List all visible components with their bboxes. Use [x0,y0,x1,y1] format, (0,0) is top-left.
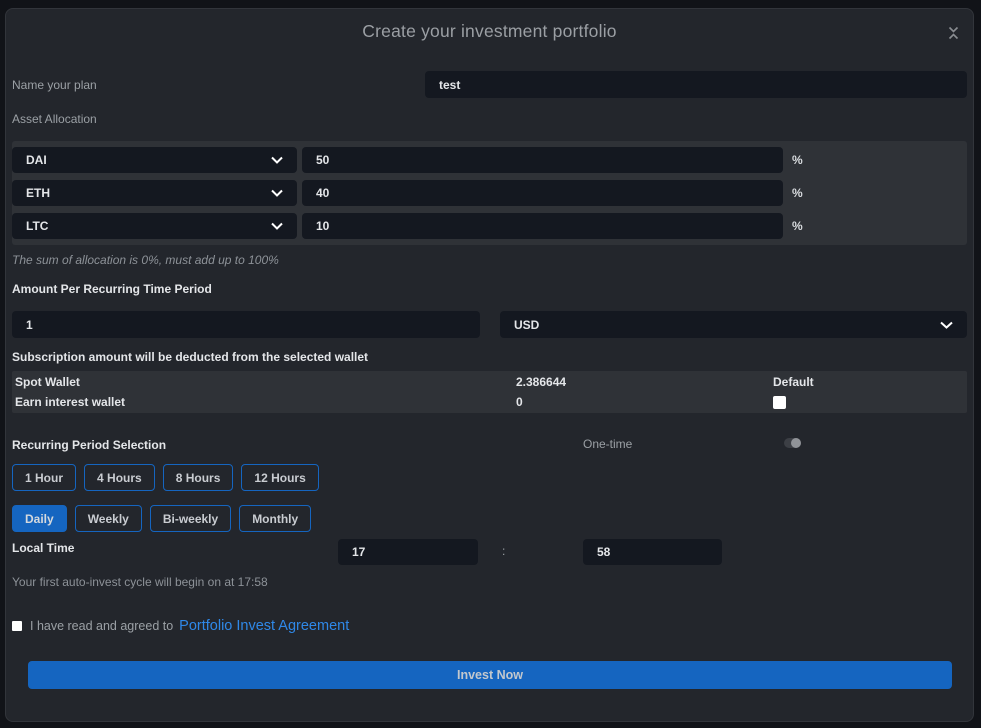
allocation-row: DAI % [12,147,967,173]
recurring-period-label: Recurring Period Selection [12,438,166,452]
allocation-percent-input[interactable] [302,180,783,206]
dialog-title: Create your investment portfolio [12,21,967,42]
recurring-period-row: Recurring Period Selection One-time [12,436,967,451]
period-options-row: Daily Weekly Bi-weekly Monthly [12,505,967,532]
asset-allocation-panel: DAI % ETH % LTC [12,141,967,245]
asset-select-eth[interactable]: ETH [12,180,297,206]
cycle-begin-note: Your first auto-invest cycle will begin … [12,575,967,589]
amount-input[interactable] [12,311,480,338]
wallet-default-checkbox[interactable] [773,396,786,409]
chevron-down-icon [940,318,953,332]
create-portfolio-dialog: Create your investment portfolio Name yo… [5,8,974,722]
asset-select-value: DAI [26,153,47,167]
wallet-default-header: Default [773,375,967,389]
wallet-name: Earn interest wallet [15,395,516,409]
local-time-label: Local Time [12,541,74,555]
hour-input[interactable] [338,539,478,565]
chevron-down-icon [271,153,283,167]
wallet-deduction-label: Subscription amount will be deducted fro… [12,350,967,364]
hour-options-row: 1 Hour 4 Hours 8 Hours 12 Hours [12,464,967,491]
option-monthly[interactable]: Monthly [239,505,311,532]
chevron-down-icon [271,219,283,233]
agreement-text: I have read and agreed to [30,619,173,633]
option-daily[interactable]: Daily [12,505,67,532]
option-4-hours[interactable]: 4 Hours [84,464,155,491]
table-row[interactable]: Earn interest wallet 0 [12,392,967,412]
local-time-row: Local Time : [12,539,967,566]
portfolio-invest-agreement-link[interactable]: Portfolio Invest Agreement [179,618,349,634]
option-8-hours[interactable]: 8 Hours [163,464,234,491]
one-time-label: One-time [583,437,632,451]
chevron-down-icon [271,186,283,200]
option-bi-weekly[interactable]: Bi-weekly [150,505,231,532]
plan-name-input[interactable] [425,71,967,98]
minute-input[interactable] [583,539,722,565]
asset-select-value: ETH [26,186,50,200]
table-row[interactable]: Spot Wallet 2.386644 Default [12,372,967,392]
percent-sign: % [792,219,803,233]
plan-name-row: Name your plan [12,71,967,98]
allocation-percent-input[interactable] [302,147,783,173]
amount-label: Amount Per Recurring Time Period [12,282,967,296]
plan-name-label: Name your plan [12,78,425,92]
asset-select-value: LTC [26,219,48,233]
percent-sign: % [792,153,803,167]
collapse-icon [947,26,960,43]
option-weekly[interactable]: Weekly [75,505,142,532]
allocation-sum-note: The sum of allocation is 0%, must add up… [12,253,967,267]
wallet-balance: 0 [516,395,773,409]
currency-select-value: USD [514,318,539,332]
invest-now-button[interactable]: Invest Now [28,661,952,689]
agreement-row: I have read and agreed to Portfolio Inve… [12,618,967,634]
dialog-header: Create your investment portfolio [12,21,967,43]
option-1-hour[interactable]: 1 Hour [12,464,76,491]
asset-select-ltc[interactable]: LTC [12,213,297,239]
allocation-percent-input[interactable] [302,213,783,239]
collapse-button[interactable] [945,26,961,42]
toggle-knob [791,438,801,448]
asset-allocation-label: Asset Allocation [12,112,967,126]
allocation-row: ETH % [12,180,967,206]
one-time-toggle[interactable] [784,438,801,448]
asset-select-dai[interactable]: DAI [12,147,297,173]
wallet-name: Spot Wallet [15,375,516,389]
amount-row: USD [12,311,967,338]
agreement-checkbox[interactable] [12,621,22,631]
currency-select[interactable]: USD [500,311,967,338]
allocation-row: LTC % [12,213,967,239]
percent-sign: % [792,186,803,200]
option-12-hours[interactable]: 12 Hours [241,464,318,491]
time-separator: : [502,544,505,558]
wallet-table: Spot Wallet 2.386644 Default Earn intere… [12,371,967,413]
wallet-balance: 2.386644 [516,375,773,389]
